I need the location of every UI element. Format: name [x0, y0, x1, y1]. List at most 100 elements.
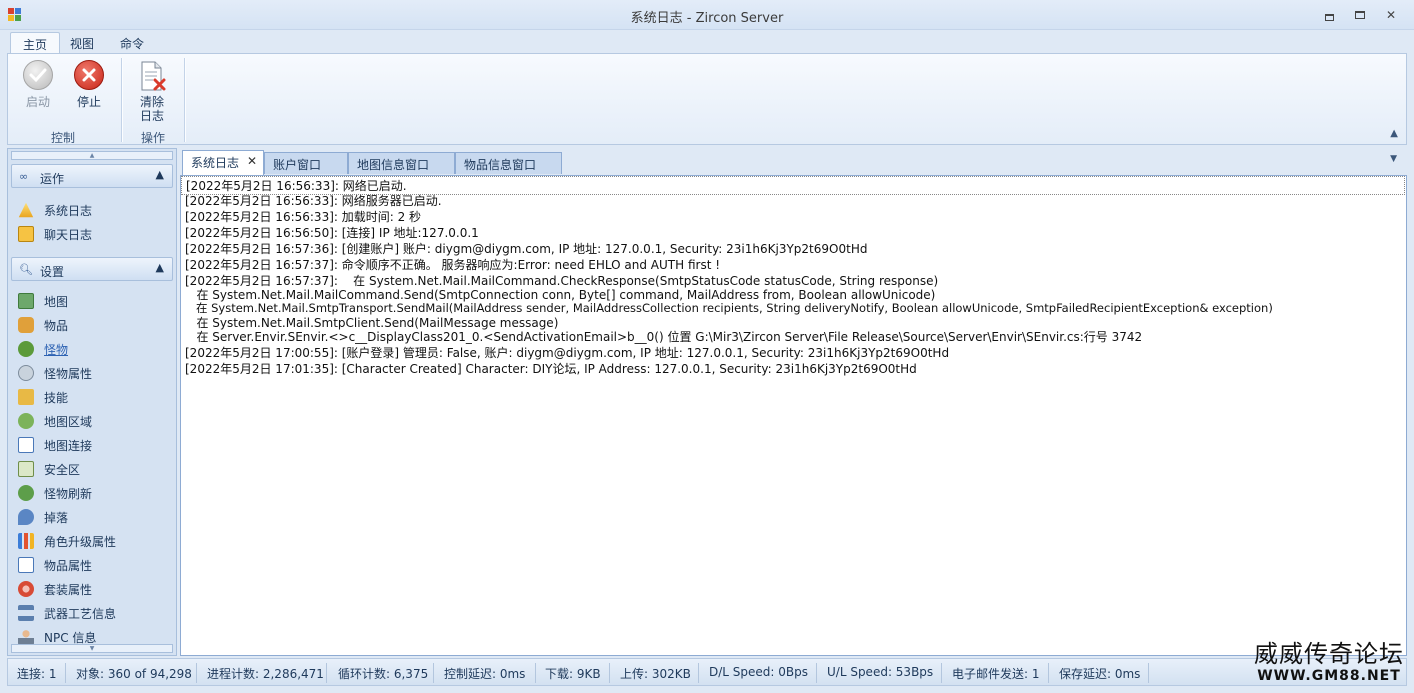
status-separator: [65, 663, 66, 683]
sidebar-item-label: 掉落: [44, 511, 69, 525]
scroll-up-icon[interactable]: ▲: [11, 151, 173, 160]
status-control-delay: 控制延迟: 0ms: [444, 667, 526, 681]
status-separator: [196, 663, 197, 683]
status-download: 下载: 9KB: [545, 667, 601, 681]
tabs-dropdown-icon[interactable]: ▼: [1390, 154, 1397, 164]
tab-home[interactable]: 主页: [10, 32, 61, 54]
group-label-operate: 操作: [141, 131, 166, 145]
log-line: [2022年5月2日 16:56:33]: 网络服务器已启动.: [185, 194, 442, 208]
sidebar-item-system-log[interactable]: 系统日志: [16, 199, 171, 221]
status-separator: [535, 663, 536, 683]
log-line: [2022年5月2日 17:01:35]: [Character Created…: [185, 362, 917, 376]
warning-log-icon: [18, 202, 34, 218]
status-separator: [1148, 663, 1149, 683]
sidebar-item-item-stats[interactable]: 物品属性: [16, 554, 171, 576]
sidebar-item-set-stats[interactable]: 套装属性: [16, 578, 171, 600]
minimize-button[interactable]: [1316, 5, 1342, 25]
status-separator: [1048, 663, 1049, 683]
tab-system-log[interactable]: 系统日志 ✕: [182, 150, 264, 175]
clear-log-button[interactable]: 清除 日志: [130, 60, 174, 123]
tab-item-info-window[interactable]: 物品信息窗口: [455, 152, 562, 174]
close-button[interactable]: ✕: [1378, 5, 1404, 25]
chevron-up-icon[interactable]: ▲: [156, 168, 164, 181]
respawn-icon: [18, 485, 34, 501]
search-icon: 🔍︎: [19, 263, 33, 276]
maximize-button[interactable]: [1347, 5, 1373, 25]
skill-icon: [18, 389, 34, 405]
nav-group-settings[interactable]: 🔍︎ 设置 ▲: [11, 257, 173, 281]
npc-icon: [18, 629, 34, 645]
status-separator: [941, 663, 942, 683]
sidebar-item-label: 系统日志: [44, 204, 93, 218]
sidebar-item-chat-log[interactable]: 聊天日志: [16, 223, 171, 245]
sidebar-item-label: 地图: [44, 295, 69, 309]
sidebar-item-map-region[interactable]: 地图区域: [16, 410, 171, 432]
log-line: [2022年5月2日 16:56:33]: 加载时间: 2 秒: [185, 210, 422, 224]
log-line: [2022年5月2日 16:57:37]: 命令顺序不正确。 服务器响应为:Er…: [185, 258, 721, 272]
level-stats-icon: [18, 533, 34, 549]
clear-log-label-line2: 日志: [139, 109, 164, 123]
tab-account-window[interactable]: 账户窗口: [264, 152, 348, 174]
tab-view[interactable]: 视图: [58, 32, 106, 54]
tab-command[interactable]: 命令: [108, 32, 156, 54]
sidebar-item-level-stats[interactable]: 角色升级属性: [16, 530, 171, 552]
monster-stats-icon: [18, 365, 34, 381]
collapse-ribbon-button[interactable]: ▲: [1390, 128, 1398, 139]
close-tab-icon[interactable]: ✕: [247, 154, 257, 168]
status-loop-count: 循环计数: 6,375: [338, 667, 429, 681]
log-line: 在 Server.Envir.SEnvir.<>c__DisplayClass2…: [185, 330, 1143, 344]
status-objects: 对象: 360 of 94,298: [76, 667, 192, 681]
sidebar-item-weapon-craft[interactable]: 武器工艺信息: [16, 602, 171, 624]
status-separator: [433, 663, 434, 683]
tab-map-info-window[interactable]: 地图信息窗口: [348, 152, 455, 174]
status-process-count: 进程计数: 2,286,471: [207, 667, 324, 681]
tab-label: 物品信息窗口: [464, 158, 537, 172]
document-area: 系统日志 ✕ 账户窗口 地图信息窗口 物品信息窗口 ▼ [2022年5月2日 1…: [180, 148, 1407, 656]
status-separator: [326, 663, 327, 683]
status-dl-speed: D/L Speed: 0Bps: [709, 665, 808, 679]
stop-button[interactable]: 停止: [67, 60, 111, 109]
status-separator: [698, 663, 699, 683]
sidebar-item-label: 物品: [44, 319, 69, 333]
start-button[interactable]: 启动: [16, 60, 60, 109]
status-save-delay: 保存延迟: 0ms: [1059, 667, 1141, 681]
sidebar-item-monster[interactable]: 怪物: [16, 338, 171, 360]
sidebar-item-safe-zone[interactable]: 安全区: [16, 458, 171, 480]
status-upload: 上传: 302KB: [620, 667, 691, 681]
chevron-up-icon[interactable]: ▲: [156, 261, 164, 274]
watermark-url: WWW.GM88.NET: [1257, 668, 1401, 684]
group-separator: [121, 58, 122, 142]
stop-label: 停止: [76, 95, 101, 109]
log-line: [2022年5月2日 17:00:55]: [账户登录] 管理员: False,…: [185, 346, 950, 360]
monster-icon: [18, 341, 34, 357]
drop-icon: [18, 509, 34, 525]
item-icon: [18, 317, 34, 333]
sidebar-item-label: 怪物刷新: [44, 487, 93, 501]
weapon-craft-icon: [18, 605, 34, 621]
group-separator: [184, 58, 185, 142]
tab-label: 系统日志: [191, 156, 240, 170]
sidebar-item-skill[interactable]: 技能: [16, 386, 171, 408]
tab-label: 地图信息窗口: [357, 158, 430, 172]
link-icon: ∞: [19, 170, 29, 183]
ribbon-tab-strip: 主页 视图 命令: [0, 30, 1414, 54]
navigation-sidebar: ▲ ∞ 运作 ▲ 系统日志 聊天日志 🔍︎ 设置 ▲ 地图 物品 怪物 怪物属性…: [7, 148, 177, 656]
sidebar-item-monster-stats[interactable]: 怪物属性: [16, 362, 171, 384]
sidebar-item-label: 怪物属性: [44, 367, 93, 381]
sidebar-item-respawn[interactable]: 怪物刷新: [16, 482, 171, 504]
safe-zone-icon: [18, 461, 34, 477]
scroll-down-icon[interactable]: ▼: [11, 644, 173, 653]
sidebar-item-drop[interactable]: 掉落: [16, 506, 171, 528]
sidebar-item-items[interactable]: 物品: [16, 314, 171, 336]
nav-group-operation[interactable]: ∞ 运作 ▲: [11, 164, 173, 188]
watermark-title: 威威传奇论坛: [1254, 640, 1404, 668]
map-link-icon: [18, 437, 34, 453]
system-log-textbox[interactable]: [2022年5月2日 16:56:33]: 网络已启动. [2022年5月2日 …: [180, 175, 1407, 656]
sidebar-item-label: 武器工艺信息: [44, 607, 117, 621]
check-circle-icon: [23, 60, 53, 90]
nav-group-label: 设置: [40, 265, 65, 279]
sidebar-item-map[interactable]: 地图: [16, 290, 171, 312]
sidebar-item-map-link[interactable]: 地图连接: [16, 434, 171, 456]
status-separator: [816, 663, 817, 683]
sidebar-item-label: 聊天日志: [44, 228, 93, 242]
